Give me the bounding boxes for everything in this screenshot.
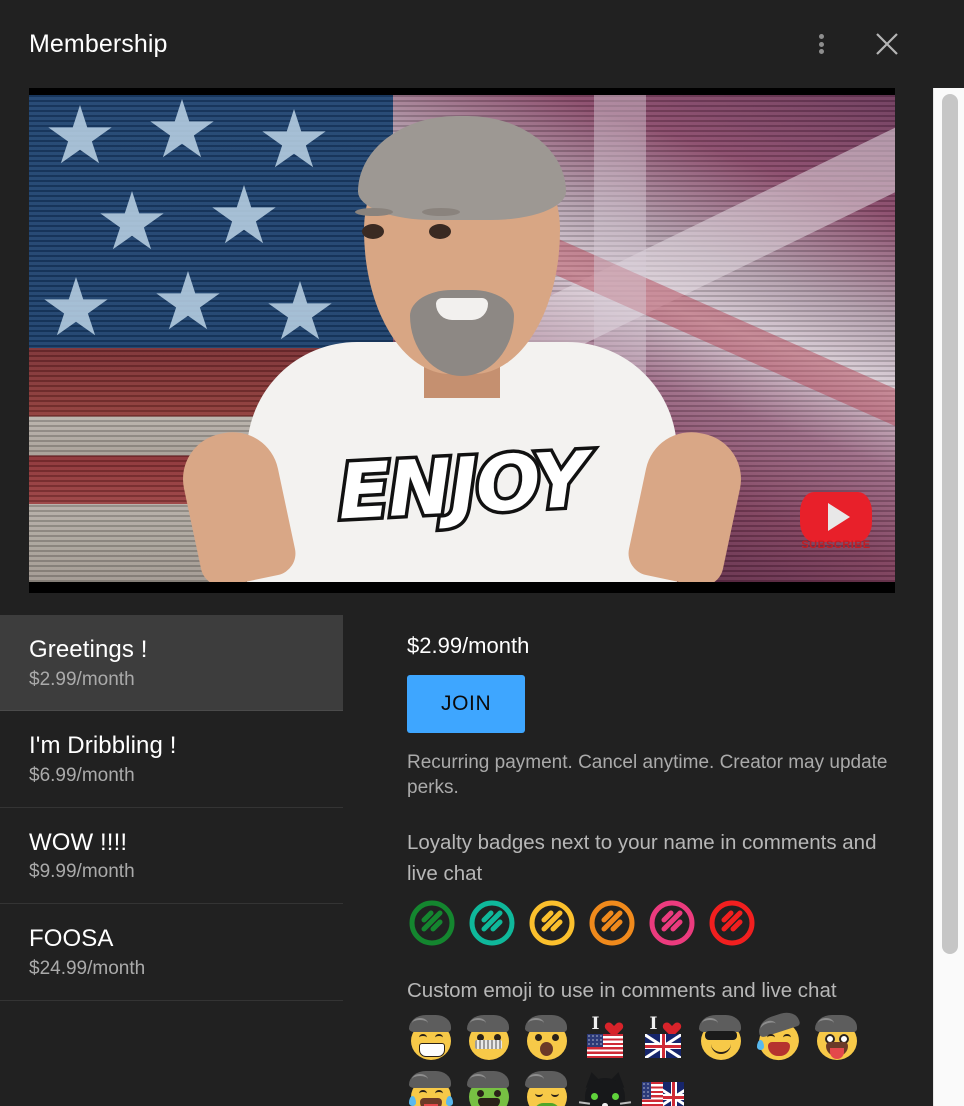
letter-i: I — [649, 1013, 658, 1034]
custom-emoji-grid: I I — [407, 1009, 907, 1106]
page-title: Membership — [29, 29, 168, 58]
tier-item-foosa[interactable]: FOOSA $24.99/month — [0, 904, 343, 1001]
emoji-i-love-uk[interactable]: I — [639, 1014, 687, 1062]
emoji-crazy-tongue[interactable] — [813, 1014, 861, 1062]
emoji-rofl[interactable] — [754, 1009, 804, 1066]
usa-uk-flag-icon — [642, 1082, 684, 1106]
scrollbar-track[interactable] — [933, 88, 964, 1106]
emoji-zipper-mouth[interactable] — [465, 1014, 513, 1062]
emoji-surprised[interactable] — [523, 1014, 571, 1062]
emoji-vomiting[interactable] — [523, 1070, 571, 1106]
emoji-black-cat[interactable] — [578, 1070, 632, 1106]
dialog-body: Greetings ! $2.99/month I'm Dribbling ! … — [0, 615, 933, 1106]
tier-item-wow[interactable]: WOW !!!! $9.99/month — [0, 808, 343, 905]
selected-tier-price: $2.99/month — [407, 633, 530, 658]
dialog-header: Membership — [0, 0, 933, 88]
uk-flag-icon — [645, 1034, 681, 1059]
scrollbar-gap — [933, 0, 964, 88]
heart-icon — [660, 1017, 676, 1032]
emoji-nauseated[interactable] — [465, 1070, 513, 1106]
letter-i: I — [591, 1013, 600, 1034]
emoji-grinning[interactable] — [407, 1014, 455, 1062]
emoji-sunglasses[interactable] — [697, 1014, 745, 1062]
tier-list: Greetings ! $2.99/month I'm Dribbling ! … — [0, 615, 343, 1106]
heart-icon — [602, 1017, 618, 1032]
kebab-dots — [818, 32, 824, 57]
tier-price: $24.99/month — [29, 957, 146, 979]
tier-item-im-dribbling[interactable]: I'm Dribbling ! $6.99/month — [0, 711, 343, 808]
loyalty-badge-pink — [649, 900, 695, 946]
emoji-laughing-tears[interactable] — [407, 1070, 455, 1106]
emoji-usa-uk-flag[interactable] — [639, 1070, 687, 1106]
subscribe-label: SUBSCRIBE — [801, 539, 871, 551]
loyalty-badge-row — [407, 898, 909, 948]
membership-dialog: Membership ENJOY SUBSCRIBE Greetings ! $… — [0, 0, 933, 1106]
payment-disclaimer: Recurring payment. Cancel anytime. Creat… — [407, 752, 888, 799]
tier-name: I'm Dribbling ! — [29, 732, 177, 760]
loyalty-badge-green — [409, 900, 455, 946]
scrollbar-thumb[interactable] — [942, 94, 958, 954]
loyalty-badge-yellow — [529, 900, 575, 946]
tier-price: $6.99/month — [29, 765, 135, 787]
tier-name: Greetings ! — [29, 636, 148, 663]
tier-item-greetings[interactable]: Greetings ! $2.99/month — [0, 615, 343, 712]
loyalty-badge-red — [709, 900, 755, 946]
kebab-menu-icon[interactable] — [799, 22, 843, 66]
emoji-i-love-usa[interactable]: I — [581, 1014, 629, 1062]
loyalty-badge-teal — [469, 900, 515, 946]
tier-name: FOOSA — [29, 925, 114, 953]
close-glyph — [876, 33, 898, 55]
youtube-play-icon: SUBSCRIBE — [799, 486, 873, 551]
close-icon[interactable] — [865, 22, 909, 66]
custom-emoji-title: Custom emoji to use in comments and live… — [407, 978, 837, 1002]
video-image: ENJOY SUBSCRIBE — [29, 95, 895, 582]
thumbnail-overlay-text: ENJOY — [332, 431, 591, 540]
header-actions — [799, 22, 909, 66]
usa-flag-icon — [587, 1034, 623, 1059]
tier-name: WOW !!!! — [29, 828, 128, 856]
tier-price: $2.99/month — [29, 668, 135, 690]
loyalty-badges-title: Loyalty badges next to your name in comm… — [407, 831, 877, 885]
join-button[interactable]: JOIN — [407, 675, 526, 733]
tier-price: $9.99/month — [29, 861, 135, 883]
loyalty-badge-orange — [589, 900, 635, 946]
perks-panel: $2.99/month JOIN Recurring payment. Canc… — [343, 615, 933, 1106]
video-thumbnail[interactable]: ENJOY SUBSCRIBE — [29, 88, 895, 593]
